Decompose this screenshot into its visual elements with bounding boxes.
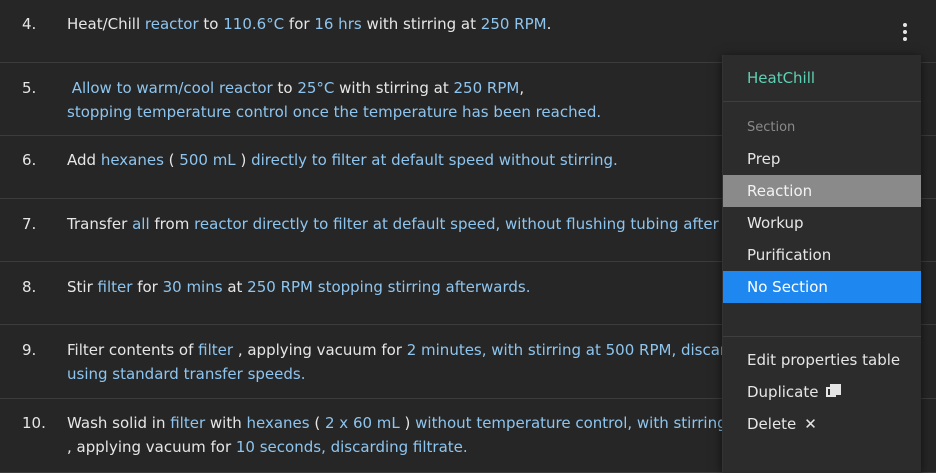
- menu-divider: [723, 101, 921, 102]
- copy-icon: [826, 384, 842, 399]
- more-options-dot: [903, 23, 907, 27]
- step-text-line: using standard transfer speeds.: [67, 362, 306, 386]
- step-param: 16 hrs: [314, 15, 362, 33]
- step-param: reactor: [144, 15, 199, 33]
- menu-edit-properties-table[interactable]: Edit properties table: [723, 344, 921, 376]
- menu-section-header: Section: [747, 120, 796, 135]
- step-number: 4.: [22, 15, 37, 33]
- menu-duplicate-label: Duplicate: [747, 383, 819, 401]
- step-context-menu: HeatChill Section Prep Reaction Workup P…: [722, 55, 921, 473]
- menu-section-reaction[interactable]: Reaction: [723, 175, 921, 207]
- step-number: 5.: [22, 79, 37, 97]
- step-param: stopping temperature control once the te…: [67, 103, 602, 121]
- step-text: Stir: [67, 278, 98, 296]
- step-param: filter: [198, 341, 234, 359]
- step-text: with stirring at: [361, 15, 481, 33]
- step-param: using standard transfer speeds.: [67, 365, 306, 383]
- step-text-line: stopping temperature control once the te…: [67, 100, 601, 124]
- step-text-line: , applying vacuum for 10 seconds, discar…: [67, 435, 468, 459]
- step-param: filter: [331, 151, 367, 169]
- step-param: directly to: [251, 151, 332, 169]
- menu-title-step-type: HeatChill: [747, 69, 816, 87]
- step-text-line: Filter contents of filter , applying vac…: [67, 338, 749, 362]
- step-param: 25°C: [297, 79, 335, 97]
- step-param: 250 RPM: [247, 278, 313, 296]
- step-number: 7.: [22, 215, 37, 233]
- step-text-line: Stir filter for 30 mins at 250 RPM stopp…: [67, 275, 530, 299]
- step-param: , discarding filtrate.: [321, 438, 468, 456]
- step-param: at default speed without stirring.: [366, 151, 618, 169]
- menu-delete-label: Delete: [747, 415, 797, 433]
- step-text: Transfer: [67, 215, 133, 233]
- step-text: with: [205, 414, 247, 432]
- step-text: for: [284, 15, 315, 33]
- step-param: at default speed, without flushing tubin…: [368, 215, 739, 233]
- step-param: hexanes: [100, 151, 164, 169]
- close-icon: ✕: [804, 415, 817, 433]
- step-text: to: [198, 15, 224, 33]
- step-text: ): [399, 414, 416, 432]
- step-text: , applying vacuum for: [233, 341, 407, 359]
- step-param: all: [132, 215, 150, 233]
- step-param: filter: [97, 278, 133, 296]
- step-text: Heat/Chill: [67, 15, 145, 33]
- step-text: Wash solid in: [67, 414, 171, 432]
- step-param: 250 RPM: [453, 79, 520, 97]
- menu-delete[interactable]: Delete ✕: [723, 408, 921, 440]
- step-param: 2 minutes: [406, 341, 482, 359]
- step-text: ,: [519, 79, 525, 97]
- menu-duplicate[interactable]: Duplicate: [723, 376, 921, 408]
- step-param: 2 x 60 mL: [324, 414, 400, 432]
- step-param: hexanes: [246, 414, 310, 432]
- step-text: .: [546, 15, 552, 33]
- step-text: Add: [67, 151, 101, 169]
- step-number: 8.: [22, 278, 37, 296]
- step-text: to: [272, 79, 298, 97]
- menu-section-purification[interactable]: Purification: [723, 239, 921, 271]
- step-number: 10.: [22, 414, 46, 432]
- step-text-line: Allow to warm/cool reactor to 25°C with …: [67, 76, 524, 100]
- step-param: , with stirring at: [481, 341, 606, 359]
- step-text: Filter contents of: [67, 341, 199, 359]
- step-param: 110.6°C: [223, 15, 285, 33]
- step-text-line: Wash solid in filter with hexanes ( 2 x …: [67, 411, 746, 435]
- step-text: from: [149, 215, 195, 233]
- more-options-icon[interactable]: [895, 18, 915, 46]
- step-text: with stirring at: [334, 79, 454, 97]
- step-number: 9.: [22, 341, 37, 359]
- step-param: directly to: [247, 215, 334, 233]
- step-number: 6.: [22, 151, 37, 169]
- step-text: (: [309, 414, 325, 432]
- menu-section-prep[interactable]: Prep: [723, 143, 921, 175]
- step-text: at: [222, 278, 248, 296]
- step-param: 250 RPM: [480, 15, 547, 33]
- menu-section-workup[interactable]: Workup: [723, 207, 921, 239]
- step-param: Allow to warm/cool: [67, 79, 219, 97]
- step-param: 30 mins: [162, 278, 223, 296]
- step-param: without temperature control, with stirri…: [415, 414, 747, 432]
- step-param: reactor: [194, 215, 248, 233]
- more-options-dot: [903, 30, 907, 34]
- step-text: ): [235, 151, 252, 169]
- step-param: 500 RPM: [605, 341, 672, 359]
- step-param: filter: [170, 414, 206, 432]
- step-text: for: [132, 278, 163, 296]
- menu-divider: [723, 336, 921, 337]
- step-param: filter: [333, 215, 369, 233]
- step-param: reactor: [218, 79, 273, 97]
- step-param: stopping stirring afterwards.: [312, 278, 531, 296]
- step-text: (: [163, 151, 180, 169]
- step-row[interactable]: 4. Heat/Chill reactor to 110.6°C for 16 h…: [0, 0, 936, 63]
- step-text-line: Heat/Chill reactor to 110.6°C for 16 hrs…: [67, 12, 551, 36]
- step-text: , applying vacuum for: [67, 438, 236, 456]
- menu-section-no-section[interactable]: No Section: [723, 271, 921, 303]
- step-param: 500 mL: [179, 151, 236, 169]
- more-options-dot: [903, 37, 907, 41]
- step-text-line: Add hexanes ( 500 mL ) directly to filte…: [67, 148, 618, 172]
- step-param: 10 seconds: [235, 438, 322, 456]
- step-text-line: Transfer all from reactor directly to fi…: [67, 212, 739, 236]
